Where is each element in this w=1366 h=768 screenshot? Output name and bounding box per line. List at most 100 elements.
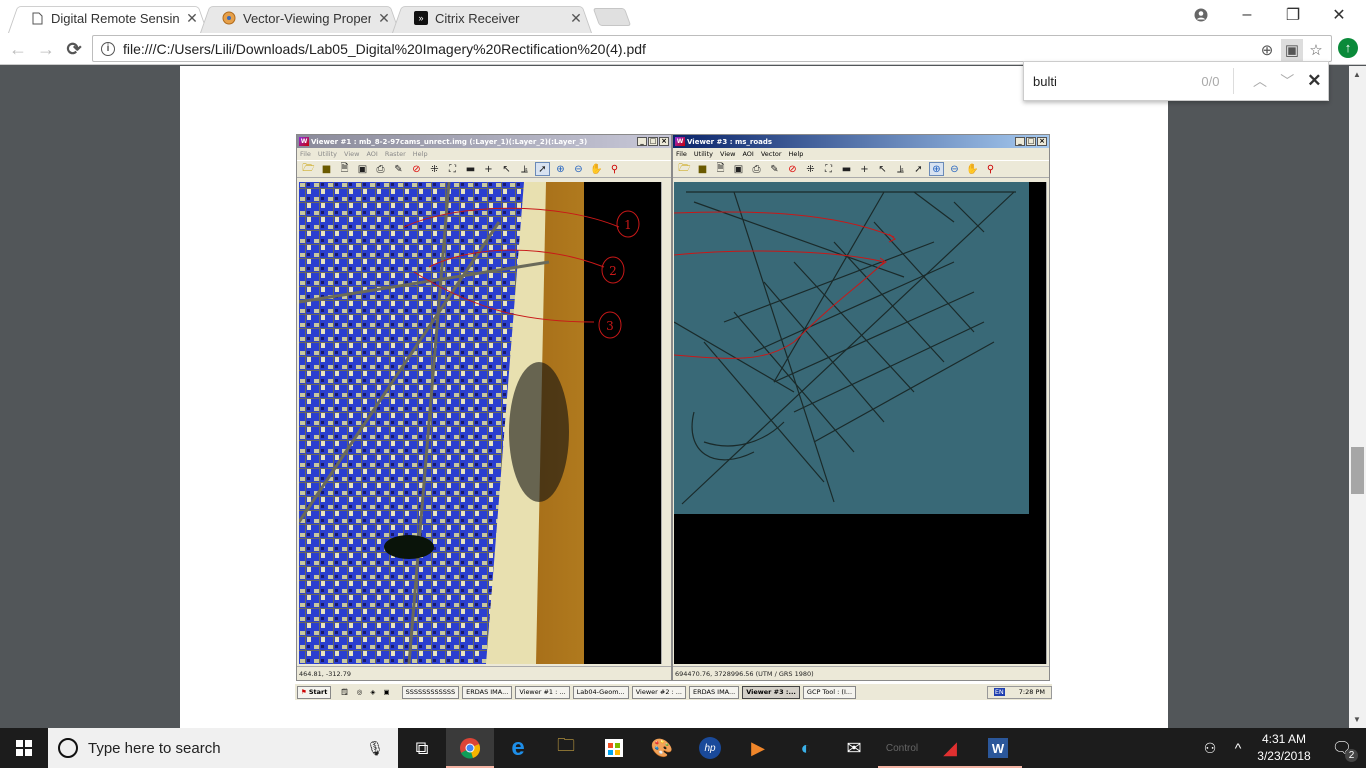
viewer3-vector-view[interactable] xyxy=(674,182,1046,664)
scroll-up-arrow[interactable]: ▲ xyxy=(1353,70,1361,79)
media-player-icon[interactable]: ▶ xyxy=(734,728,782,768)
paint-icon[interactable]: 🎨 xyxy=(638,728,686,768)
menu-help[interactable]: Help xyxy=(789,150,804,158)
viewer3-scrollbar[interactable] xyxy=(1046,182,1049,664)
menu-aoi[interactable]: AOI xyxy=(366,150,377,158)
find-next-button[interactable]: ﹀ xyxy=(1274,71,1301,91)
chrome-taskbar-icon[interactable] xyxy=(446,728,494,768)
store-icon[interactable] xyxy=(590,728,638,768)
crosshair-icon[interactable]: + xyxy=(481,162,496,176)
profile-icon[interactable]: ⫡ xyxy=(893,162,908,176)
no-entry-icon[interactable]: ⊘ xyxy=(785,162,800,176)
system-clock[interactable]: 4:31 AM 3/23/2018 xyxy=(1250,728,1318,768)
pick-icon[interactable]: ↖ xyxy=(499,162,514,176)
update-extension-icon[interactable]: ↑ xyxy=(1338,38,1358,58)
control-app-icon[interactable]: Control xyxy=(878,728,926,768)
xp-taskbar-item[interactable]: Viewer #1 : ... xyxy=(515,685,570,699)
measure-icon[interactable]: ▬ xyxy=(839,162,854,176)
page-scrollbar[interactable]: ▲ ▼ xyxy=(1349,66,1366,728)
crosshair-icon[interactable]: + xyxy=(857,162,872,176)
xp-taskbar-item[interactable]: Lab04-Geom... xyxy=(572,685,629,699)
xp-taskbar-item[interactable]: GCP Tool : (I... xyxy=(802,685,857,699)
erdas-taskbar-icon[interactable]: ◢ xyxy=(926,728,974,768)
menu-view[interactable]: View xyxy=(720,150,735,158)
new-layer-icon[interactable]: ■ xyxy=(319,162,334,176)
menu-file[interactable]: File xyxy=(676,150,687,158)
xp-taskbar-item-active[interactable]: Viewer #3 :... xyxy=(742,685,800,699)
menu-view[interactable]: View xyxy=(344,150,359,158)
xp-start-button[interactable]: ⚑ Start xyxy=(297,685,332,699)
find-input[interactable]: bulti xyxy=(1033,74,1188,89)
no-entry-icon[interactable]: ⊘ xyxy=(409,162,424,176)
info-icon[interactable]: 🗎 xyxy=(713,162,728,176)
hp-icon[interactable]: hp xyxy=(686,728,734,768)
close-tab-icon[interactable]: ✕ xyxy=(185,10,199,27)
close-button[interactable]: × xyxy=(659,137,669,146)
save-icon[interactable]: ▣ xyxy=(355,162,370,176)
tab-digital-remote-sensing[interactable]: Digital Remote Sensing ( ✕ xyxy=(8,3,208,33)
new-layer-icon[interactable]: ■ xyxy=(695,162,710,176)
zoom-in-icon[interactable]: ⊕ xyxy=(929,162,944,176)
tab-citrix-receiver[interactable]: » Citrix Receiver ✕ xyxy=(392,3,592,33)
pick-icon[interactable]: ↖ xyxy=(875,162,890,176)
mail-icon[interactable]: ✉ xyxy=(830,728,878,768)
eraser-icon[interactable]: ✎ xyxy=(391,162,406,176)
print-icon[interactable]: ⎙ xyxy=(373,162,388,176)
menu-raster[interactable]: Raster xyxy=(385,150,406,158)
close-window-button[interactable]: ✕ xyxy=(1316,0,1362,30)
measure-icon[interactable]: ▬ xyxy=(463,162,478,176)
link-cursor-icon[interactable]: ⚲ xyxy=(607,162,622,176)
profile-icon[interactable] xyxy=(1178,0,1224,30)
file-explorer-icon[interactable]: 🗀 xyxy=(542,728,590,768)
minimize-button[interactable]: _ xyxy=(637,137,647,146)
viewer1-scrollbar[interactable] xyxy=(661,182,671,664)
fit-icon[interactable]: ⛶ xyxy=(445,162,460,176)
zoom-out-icon[interactable]: ⊖ xyxy=(947,162,962,176)
select-arrow-icon[interactable]: ➚ xyxy=(535,162,550,176)
address-bar[interactable]: i file:///C:/Users/Lili/Downloads/Lab05_… xyxy=(92,35,1332,62)
menu-help[interactable]: Help xyxy=(413,150,428,158)
forward-button[interactable]: → xyxy=(34,38,58,60)
minimize-button[interactable]: – xyxy=(1224,0,1270,30)
print-icon[interactable]: ⎙ xyxy=(749,162,764,176)
zoom-icon[interactable]: ⊕ xyxy=(1256,39,1278,61)
menu-utility[interactable]: Utility xyxy=(318,150,337,158)
close-button[interactable]: × xyxy=(1037,137,1047,146)
maximize-button[interactable]: □ xyxy=(1026,137,1036,146)
pan-hand-icon[interactable]: ✋ xyxy=(965,162,980,176)
task-view-button[interactable]: ⧉ xyxy=(398,728,446,768)
minimize-button[interactable]: _ xyxy=(1015,137,1025,146)
connect-icon[interactable]: ◐ xyxy=(782,728,830,768)
find-close-button[interactable]: ✕ xyxy=(1301,71,1328,91)
menu-utility[interactable]: Utility xyxy=(694,150,713,158)
action-center-icon[interactable]: 🗨 2 xyxy=(1318,728,1366,768)
zoom-in-arrows-icon[interactable]: ⁜ xyxy=(427,162,442,176)
zoom-in-icon[interactable]: ⊕ xyxy=(553,162,568,176)
xp-taskbar-item[interactable]: Viewer #2 : ... xyxy=(631,685,686,699)
close-tab-icon[interactable]: ✕ xyxy=(377,10,391,27)
viewer1-image[interactable]: 1 2 3 xyxy=(299,182,661,664)
find-in-page-icon[interactable]: ▣ xyxy=(1281,39,1303,61)
taskbar-search[interactable]: Type here to search 🎙 xyxy=(48,728,398,768)
open-folder-icon[interactable]: 🗁 xyxy=(677,162,692,176)
save-icon[interactable]: ▣ xyxy=(731,162,746,176)
xp-taskbar-item[interactable]: ERDAS IMA... xyxy=(462,685,513,699)
new-tab-button[interactable] xyxy=(592,8,632,26)
eraser-icon[interactable]: ✎ xyxy=(767,162,782,176)
start-button[interactable] xyxy=(0,728,48,768)
back-button[interactable]: ← xyxy=(6,38,30,60)
scroll-down-arrow[interactable]: ▼ xyxy=(1353,715,1361,724)
restore-button[interactable]: ❐ xyxy=(1270,0,1316,30)
tab-vector-viewing[interactable]: Vector-Viewing Propertie ✕ xyxy=(200,3,400,33)
menu-vector[interactable]: Vector xyxy=(761,150,782,158)
close-tab-icon[interactable]: ✕ xyxy=(569,10,583,27)
info-icon[interactable]: 🗎 xyxy=(337,162,352,176)
zoom-out-icon[interactable]: ⊖ xyxy=(571,162,586,176)
scrollbar-thumb[interactable] xyxy=(1351,447,1364,494)
edge-taskbar-icon[interactable]: e xyxy=(494,728,542,768)
microphone-icon[interactable]: 🎙 xyxy=(366,740,384,757)
maximize-button[interactable]: □ xyxy=(648,137,658,146)
fit-icon[interactable]: ⛶ xyxy=(821,162,836,176)
zoom-in-arrows-icon[interactable]: ⁜ xyxy=(803,162,818,176)
open-folder-icon[interactable]: 🗁 xyxy=(301,162,316,176)
